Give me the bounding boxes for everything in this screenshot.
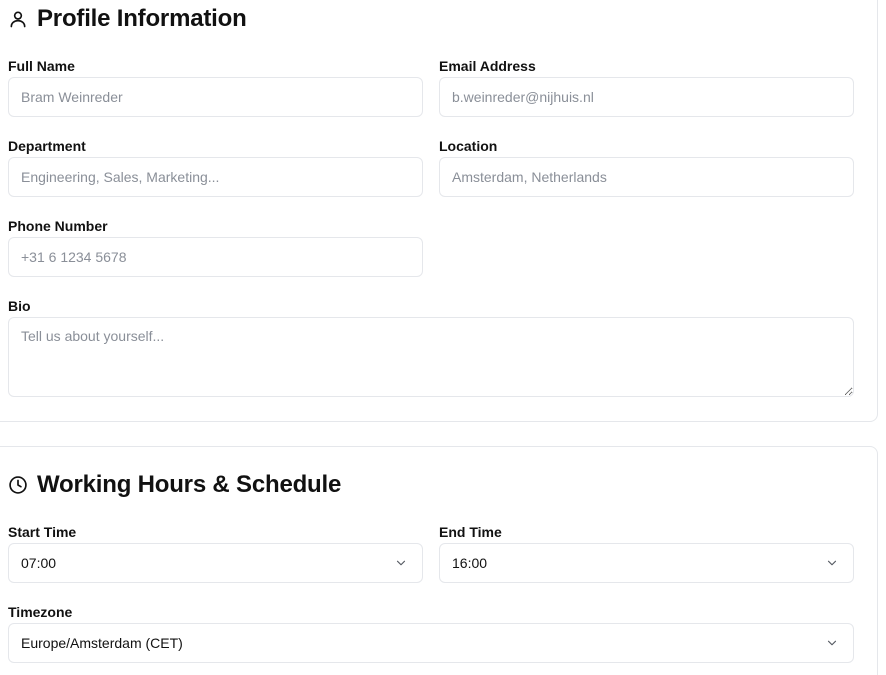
location-label: Location	[439, 138, 498, 154]
end-time-label: End Time	[439, 524, 502, 540]
location-input[interactable]	[439, 157, 854, 197]
user-icon	[8, 9, 28, 29]
end-time-value: 16:00	[452, 555, 488, 571]
department-label: Department	[8, 138, 86, 154]
email-label: Email Address	[439, 58, 536, 74]
clock-icon	[8, 475, 28, 495]
bio-label: Bio	[8, 298, 31, 314]
start-time-label: Start Time	[8, 524, 77, 540]
timezone-value: Europe/Amsterdam (CET)	[21, 635, 183, 651]
end-time-select[interactable]: 16:00	[439, 543, 854, 583]
profile-title-text: Profile Information	[37, 5, 247, 32]
chevron-down-icon	[825, 636, 839, 650]
timezone-label: Timezone	[8, 604, 73, 620]
working-hours-section-title: Working Hours & Schedule	[8, 471, 341, 499]
full-name-label: Full Name	[8, 58, 75, 74]
bio-textarea[interactable]	[8, 317, 854, 397]
chevron-down-icon	[825, 556, 839, 570]
start-time-value: 07:00	[21, 555, 57, 571]
timezone-select[interactable]: Europe/Amsterdam (CET)	[8, 623, 854, 663]
full-name-input[interactable]	[8, 77, 423, 117]
email-input[interactable]	[439, 77, 854, 117]
start-time-select[interactable]: 07:00	[8, 543, 423, 583]
working-hours-title-text: Working Hours & Schedule	[37, 471, 342, 498]
department-input[interactable]	[8, 157, 423, 197]
phone-input[interactable]	[8, 237, 423, 277]
phone-label: Phone Number	[8, 218, 108, 234]
profile-section-title: Profile Information	[8, 5, 247, 33]
chevron-down-icon	[394, 556, 408, 570]
